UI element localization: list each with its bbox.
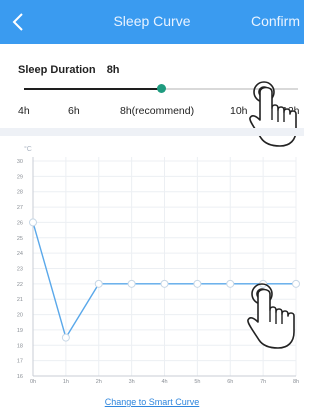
hand-pointer-icon: [249, 81, 297, 147]
sleep-duration-row: Sleep Duration 8h: [18, 64, 120, 76]
duration-option-4h[interactable]: 4h: [18, 105, 30, 117]
x-tick-label: 8h: [293, 379, 299, 385]
data-point: [193, 279, 202, 288]
y-tick-label: 18: [17, 343, 23, 349]
duration-option-10h[interactable]: 10h: [230, 105, 248, 117]
x-tick-label: 3h: [129, 379, 135, 385]
change-to-smart-curve-link[interactable]: Change to Smart Curve: [0, 397, 304, 407]
x-tick-label: 1h: [63, 379, 69, 385]
x-tick-label: 6h: [227, 379, 233, 385]
y-tick-label: 19: [17, 328, 23, 334]
duration-slider-fill: [24, 88, 161, 90]
duration-slider-thumb[interactable]: [156, 84, 166, 93]
sleep-duration-label: Sleep Duration: [18, 64, 96, 76]
confirm-button[interactable]: Confirm: [251, 13, 300, 29]
hand-pointer-icon: [247, 283, 295, 349]
sleep-curve-chart[interactable]: °C30 29 28 27 26 25 24 23 22 21 20 19 18 17 16 0h 1h 2h 3h…: [0, 142, 304, 392]
section-divider: [0, 128, 304, 136]
y-tick-label: 16: [17, 374, 23, 380]
x-tick-label: 5h: [194, 379, 200, 385]
data-point: [160, 279, 169, 288]
duration-option-6h[interactable]: 6h: [68, 105, 80, 117]
y-tick-label: 26: [17, 220, 23, 226]
y-tick-label: 29: [17, 174, 23, 180]
y-tick-label: 22: [17, 282, 23, 288]
duration-option-8h[interactable]: 8h(recommend): [120, 105, 194, 117]
y-unit-label: °C: [24, 145, 32, 153]
y-tick-label: 25: [17, 236, 23, 242]
y-tick-label: 23: [17, 267, 23, 273]
y-tick-label: 24: [17, 251, 23, 257]
y-tick-label: 20: [17, 313, 23, 319]
y-tick-label: 17: [17, 359, 23, 365]
x-tick-label: 0h: [30, 379, 36, 385]
sleep-duration-value: 8h: [106, 64, 120, 76]
data-point: [127, 279, 136, 288]
data-point: [226, 279, 235, 288]
x-tick-label: 7h: [260, 379, 266, 385]
y-tick-label: 30: [17, 159, 23, 165]
x-tick-label: 4h: [161, 379, 167, 385]
y-tick-label: 28: [17, 190, 23, 196]
data-point: [29, 218, 37, 227]
data-point: [61, 333, 70, 342]
y-tick-label: 27: [17, 205, 23, 211]
data-point: [94, 279, 103, 288]
x-tick-label: 2h: [96, 379, 102, 385]
app-header: Sleep Curve Confirm: [0, 0, 304, 44]
y-tick-label: 21: [17, 297, 23, 303]
